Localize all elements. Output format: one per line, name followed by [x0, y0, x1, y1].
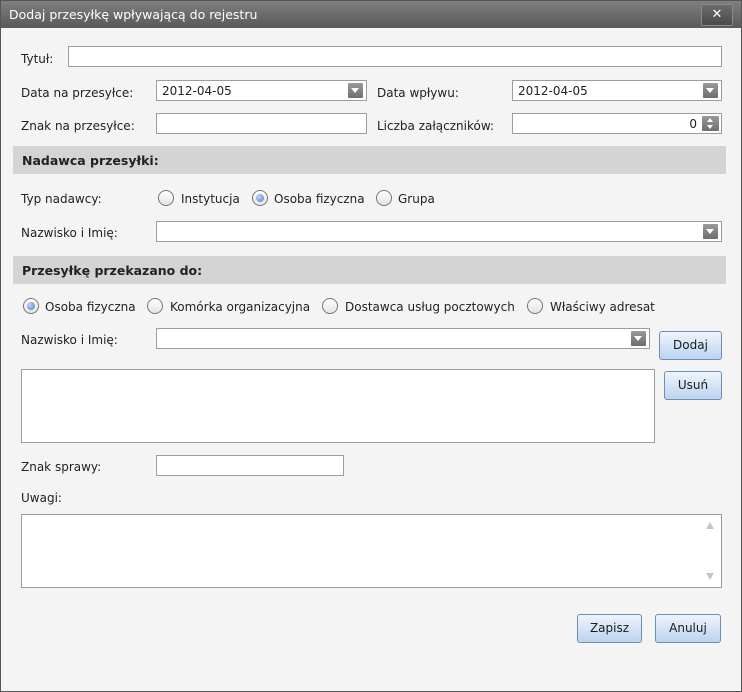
case-reference-input[interactable] — [156, 455, 344, 476]
remove-recipient-button[interactable]: Usuń — [664, 371, 722, 400]
title-bar[interactable]: Dodaj przesyłkę wpływającą do rejestru ✕ — [1, 1, 741, 28]
sender-name-combobox[interactable] — [156, 221, 722, 242]
radio-forward-proper-addressee[interactable] — [527, 298, 543, 314]
radio-sender-group[interactable] — [376, 190, 392, 206]
save-button[interactable]: Zapisz — [577, 614, 642, 643]
dialog-title: Dodaj przesyłkę wpływającą do rejestru — [9, 7, 258, 22]
chevron-down-icon[interactable] — [703, 224, 718, 239]
forwarded-section-title: Przesyłkę przekazano do: — [22, 263, 203, 278]
chevron-down-icon[interactable] — [348, 83, 363, 98]
add-recipient-button[interactable]: Dodaj — [659, 331, 722, 360]
radio-forward-postal-provider-label[interactable]: Dostawca usług pocztowych — [345, 300, 515, 314]
receipt-date-label: Data wpływu: — [377, 86, 459, 100]
chevron-down-icon[interactable] — [631, 331, 646, 346]
mail-reference-input[interactable] — [156, 113, 367, 134]
spinner-arrows-icon[interactable] — [702, 116, 719, 131]
sender-section-title: Nadawca przesyłki: — [22, 153, 159, 168]
receipt-date-value: 2012-04-05 — [518, 84, 588, 98]
sender-section-header: Nadawca przesyłki: — [13, 146, 726, 174]
scroll-up-icon[interactable] — [706, 522, 714, 529]
case-reference-label: Znak sprawy: — [21, 460, 102, 474]
radio-forward-org-unit-label[interactable]: Komórka organizacyjna — [170, 300, 310, 314]
sender-name-label: Nazwisko i Imię: — [21, 226, 118, 240]
radio-sender-group-label[interactable]: Grupa — [398, 192, 435, 206]
radio-sender-institution-label[interactable]: Instytucja — [181, 192, 240, 206]
radio-sender-person[interactable] — [252, 190, 268, 206]
forwarded-section-header: Przesyłkę przekazano do: — [13, 256, 726, 284]
sender-type-label: Typ nadawcy: — [21, 192, 102, 206]
remarks-scrollbar[interactable] — [701, 516, 720, 586]
attachments-count-label: Liczba załączników: — [377, 119, 495, 133]
receipt-date-picker[interactable]: 2012-04-05 — [512, 80, 722, 101]
chevron-down-icon[interactable] — [703, 83, 718, 98]
date-on-mail-value: 2012-04-05 — [162, 84, 232, 98]
radio-forward-org-unit[interactable] — [147, 298, 163, 314]
radio-forward-person[interactable] — [23, 298, 39, 314]
cancel-button[interactable]: Anuluj — [655, 614, 721, 643]
add-incoming-mail-dialog: Dodaj przesyłkę wpływającą do rejestru ✕… — [0, 0, 742, 692]
radio-sender-person-label[interactable]: Osoba fizyczna — [274, 192, 365, 206]
title-input[interactable] — [68, 46, 722, 67]
scroll-down-icon[interactable] — [706, 573, 714, 580]
radio-forward-postal-provider[interactable] — [322, 298, 338, 314]
title-label: Tytuł: — [21, 52, 54, 66]
date-on-mail-label: Data na przesyłce: — [21, 86, 134, 100]
radio-sender-institution[interactable] — [158, 190, 174, 206]
radio-forward-proper-addressee-label[interactable]: Właściwy adresat — [550, 300, 655, 314]
recipient-name-label: Nazwisko i Imię: — [21, 333, 118, 347]
recipient-name-combobox[interactable] — [156, 328, 650, 349]
remarks-label: Uwagi: — [21, 491, 62, 505]
radio-forward-person-label[interactable]: Osoba fizyczna — [45, 300, 136, 314]
recipients-list[interactable] — [21, 369, 655, 443]
close-icon: ✕ — [711, 7, 723, 22]
remarks-textarea[interactable] — [21, 514, 722, 588]
close-button[interactable]: ✕ — [701, 4, 733, 26]
mail-reference-label: Znak na przesyłce: — [21, 119, 135, 133]
attachments-count-value: 0 — [689, 117, 697, 131]
date-on-mail-picker[interactable]: 2012-04-05 — [156, 80, 367, 101]
attachments-count-stepper[interactable]: 0 — [512, 113, 722, 134]
